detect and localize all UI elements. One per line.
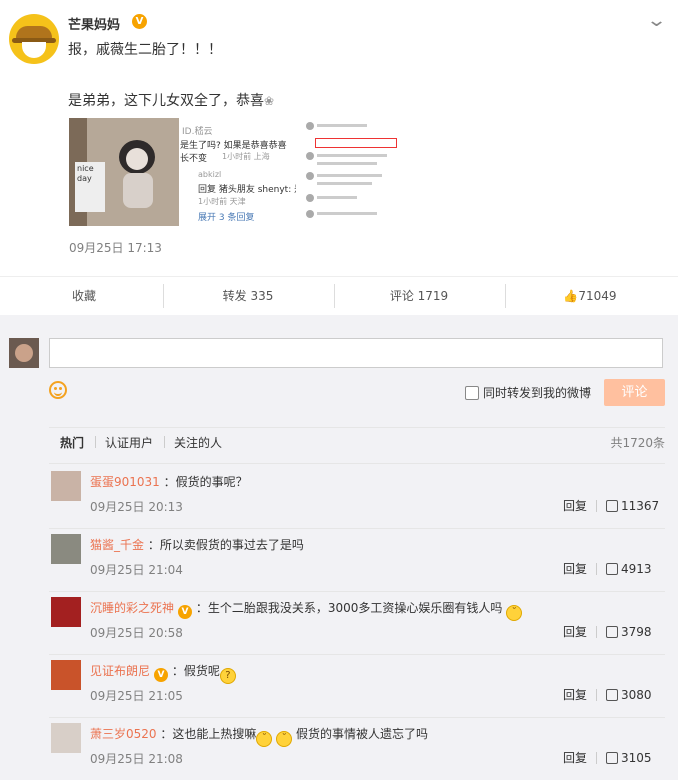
post-actions-bar: 收藏 转发 335 评论 1719 👍71049 xyxy=(0,276,678,315)
reply-button[interactable]: 回复 xyxy=(563,623,587,640)
thumb-up-icon xyxy=(606,563,618,575)
comment-item: 沉睡的彩之死神 V ：生个二胎跟我没关系，3000多工资操心娱乐圈有钱人吗 ˘ 0… xyxy=(0,591,678,654)
post-text-line2: 是弟弟，这下儿女双全了，恭喜❀ xyxy=(68,90,274,110)
thumb-up-icon xyxy=(606,500,618,512)
laughing-emoji-icon: ˘ xyxy=(276,731,293,747)
comment-text: ：假货的事呢？ xyxy=(163,475,248,489)
reply-button[interactable]: 回复 xyxy=(563,497,587,514)
comment-text: ：所以卖假货的事过去了是吗 xyxy=(147,538,304,552)
comment-like-count: 3798 xyxy=(621,625,652,639)
comment-item: 蛋蛋901031 ：假货的事呢？ 09月25日 20:13 回复 11367 xyxy=(0,465,678,528)
like-count: 71049 xyxy=(578,289,617,303)
favorite-button[interactable]: 收藏 xyxy=(0,277,168,315)
comment-like-button[interactable]: 3080 xyxy=(606,688,652,702)
comment-item: 猫酱_千金 ：所以卖假货的事过去了是吗 09月25日 21:04 回复 4913 xyxy=(0,528,678,591)
comment-item: 见证布朗尼 V ：假货呢? 09月25日 21:05 回复 3080 xyxy=(0,654,678,717)
image-text-line: 是生了吗? 如果是恭喜恭喜 xyxy=(180,141,287,151)
thumb-up-icon xyxy=(606,689,618,701)
comment-text: ：这也能上热搜嘛 xyxy=(160,727,257,741)
repost-checkbox-label[interactable]: 同时转发到我的微博 xyxy=(483,384,591,401)
comment-time[interactable]: 09月25日 20:58 xyxy=(90,624,183,641)
flower-emoji-icon: ❀ xyxy=(264,94,275,108)
image-text-line: abkizl xyxy=(198,170,222,179)
commenter-name: 沉睡的彩之死神 V ：生个二胎跟我没关系，3000多工资操心娱乐圈有钱人吗 ˘ xyxy=(90,599,523,621)
commenter-name-link[interactable]: 沉睡的彩之死神 xyxy=(90,601,174,615)
commenter-name-link[interactable]: 猫酱_千金 xyxy=(90,538,144,552)
weibo-post-card: 芒果妈妈 V ⌄ 报，戚薇生二胎了！！！ 是弟弟，这下儿女双全了，恭喜❀ nic… xyxy=(0,0,678,276)
image-text-line: 1小时前 上海 xyxy=(222,152,270,161)
comment-time[interactable]: 09月25日 21:08 xyxy=(90,750,183,767)
tab-verified[interactable]: 认证用户 xyxy=(105,434,153,451)
comment-time[interactable]: 09月25日 20:13 xyxy=(90,498,183,515)
comment-button[interactable]: 评论 1719 xyxy=(335,277,503,315)
commenter-avatar[interactable] xyxy=(51,660,81,690)
chevron-down-icon[interactable]: ⌄ xyxy=(646,10,667,31)
post-date[interactable]: 09月25日 17:13 xyxy=(69,239,162,256)
commenter-name: 蛋蛋901031 ：假货的事呢？ xyxy=(90,473,248,490)
commenter-name: 猫酱_千金 ：所以卖假货的事过去了是吗 xyxy=(90,536,304,553)
commenter-avatar[interactable] xyxy=(51,534,81,564)
commenter-avatar[interactable] xyxy=(51,723,81,753)
image-note-text: nice day xyxy=(75,162,105,212)
thinking-emoji-icon: ? xyxy=(219,668,236,684)
comment-input[interactable] xyxy=(49,338,663,368)
my-avatar[interactable] xyxy=(9,338,39,368)
laughing-emoji-icon: ˘ xyxy=(256,731,273,747)
post-image-screenshot-comments[interactable]: ID.嵇云 是生了吗? 如果是恭喜恭喜 长不变 1小时前 上海 abkizl 回… xyxy=(180,118,296,226)
repost-button[interactable]: 转发 335 xyxy=(164,277,332,315)
comment-text: ：假货呢 xyxy=(171,664,220,678)
comment-text-2: 假货的事情被人遗忘了吗 xyxy=(296,727,429,741)
laughing-emoji-icon: ˘ xyxy=(506,605,523,621)
like-button[interactable]: 👍71049 xyxy=(506,277,674,315)
image-text-line: 展开 3 条回复 xyxy=(198,213,255,223)
comment-composer: 同时转发到我的微博 评论 热门 认证用户 关注的人 共1720条 xyxy=(0,315,678,451)
comment-filter-tabs: 热门 认证用户 关注的人 共1720条 xyxy=(49,431,665,455)
emoji-icon[interactable] xyxy=(49,381,67,399)
post-text-line1: 报，戚薇生二胎了！！！ xyxy=(68,42,222,58)
verified-badge-icon: V xyxy=(154,668,169,682)
tab-hot[interactable]: 热门 xyxy=(60,434,84,451)
image-text-line: ID.嵇云 xyxy=(182,127,213,137)
reply-button[interactable]: 回复 xyxy=(563,749,587,766)
comment-like-count: 4913 xyxy=(621,562,652,576)
image-text-line: 1小时前 天津 xyxy=(198,197,246,206)
comment-like-count: 3080 xyxy=(621,688,652,702)
commenter-name: 见证布朗尼 V ：假货呢? xyxy=(90,662,236,684)
thumb-up-icon xyxy=(606,626,618,638)
commenter-name: 萧三岁0520 ：这也能上热搜嘛 ˘ ˘ 假货的事情被人遗忘了吗 xyxy=(90,725,428,747)
submit-comment-button[interactable]: 评论 xyxy=(604,379,665,406)
comment-total: 共1720条 xyxy=(610,436,665,450)
verified-badge-icon: V xyxy=(178,605,193,619)
thumb-up-icon: 👍 xyxy=(563,289,579,303)
comment-like-count: 11367 xyxy=(621,499,660,513)
commenter-avatar[interactable] xyxy=(51,471,81,501)
comment-like-button[interactable]: 3798 xyxy=(606,625,652,639)
repost-checkbox[interactable] xyxy=(465,386,479,400)
comment-time[interactable]: 09月25日 21:05 xyxy=(90,687,183,704)
comment-like-button[interactable]: 3105 xyxy=(606,751,652,765)
post-image-doll[interactable]: nice day xyxy=(69,118,179,226)
image-text-line: 长不变 xyxy=(180,154,208,164)
author-name[interactable]: 芒果妈妈 xyxy=(68,14,120,33)
commenter-name-link[interactable]: 蛋蛋901031 xyxy=(90,475,160,489)
comment-time[interactable]: 09月25日 21:04 xyxy=(90,561,183,578)
comment-like-button[interactable]: 4913 xyxy=(606,562,652,576)
commenter-avatar[interactable] xyxy=(51,597,81,627)
image-text-line: 回复 猪头朋友 shenyt: 是弟 xyxy=(198,185,296,195)
post-text-line2-text: 是弟弟，这下儿女双全了，恭喜 xyxy=(68,93,264,109)
commenter-name-link[interactable]: 萧三岁0520 xyxy=(90,727,157,741)
comment-text: ：生个二胎跟我没关系，3000多工资操心娱乐圈有钱人吗 xyxy=(195,601,503,615)
verified-badge-icon: V xyxy=(132,14,147,29)
thumb-up-icon xyxy=(606,752,618,764)
commenter-name-link[interactable]: 见证布朗尼 xyxy=(90,664,150,678)
tab-following[interactable]: 关注的人 xyxy=(174,434,222,451)
post-image-screenshot-list[interactable] xyxy=(303,118,409,226)
comment-like-button[interactable]: 11367 xyxy=(606,499,659,513)
comment-like-count: 3105 xyxy=(621,751,652,765)
reply-button[interactable]: 回复 xyxy=(563,686,587,703)
reply-button[interactable]: 回复 xyxy=(563,560,587,577)
comment-item: 萧三岁0520 ：这也能上热搜嘛 ˘ ˘ 假货的事情被人遗忘了吗 09月25日 2… xyxy=(0,717,678,780)
author-avatar[interactable] xyxy=(9,14,59,64)
